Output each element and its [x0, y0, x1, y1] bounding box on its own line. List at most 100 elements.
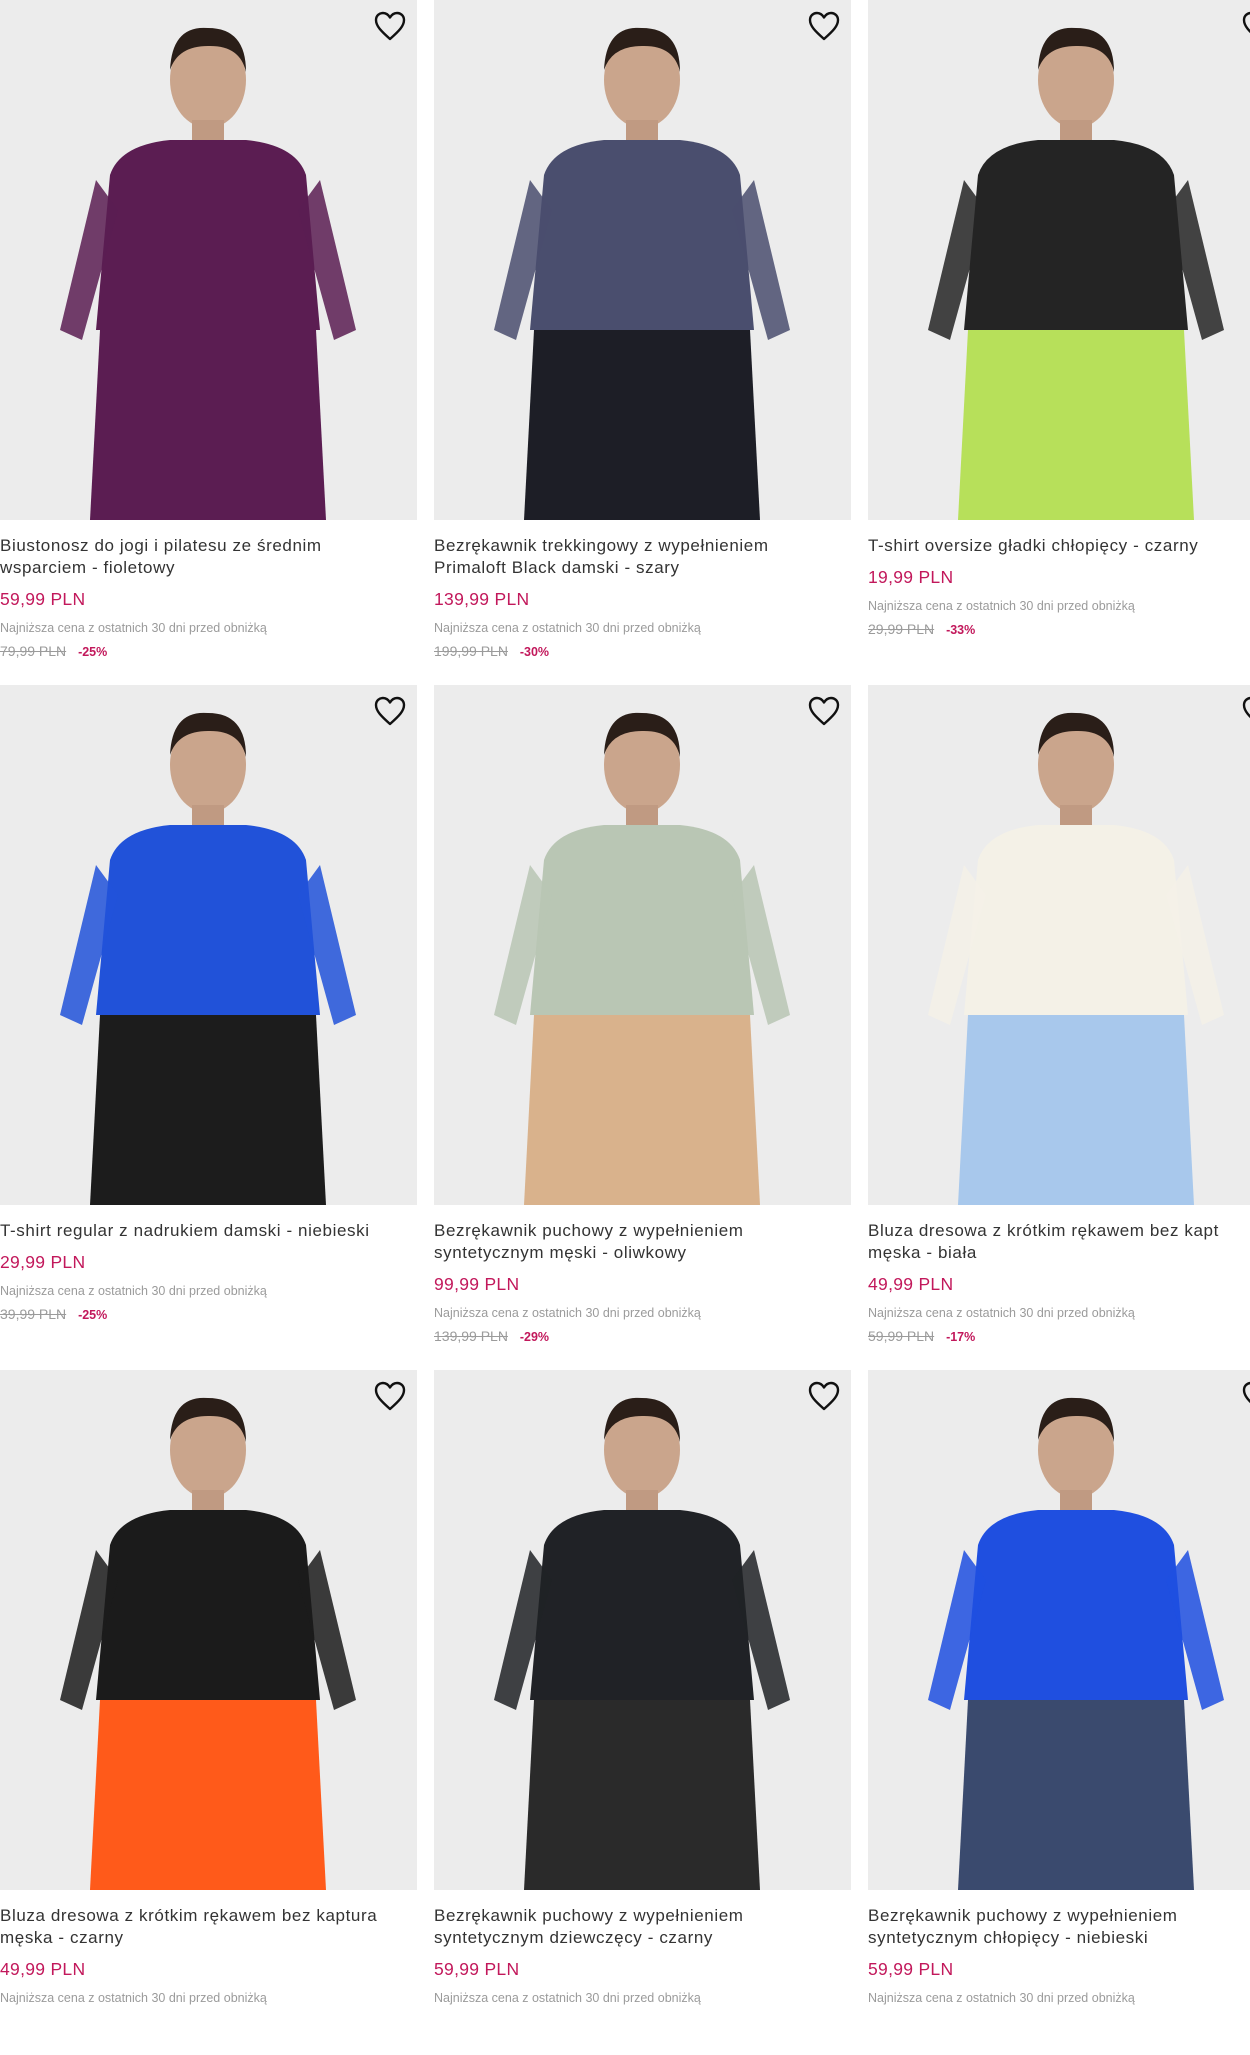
product-card[interactable]: Bezrękawnik puchowy z wypełnieniem synte… [434, 1370, 851, 2055]
discount-badge: -30% [519, 645, 550, 659]
product-name-line1: Bezrękawnik trekkingowy z wypełnieniem [434, 536, 769, 555]
wishlist-heart-icon[interactable] [1241, 1380, 1250, 1412]
model-photo [868, 1370, 1250, 1890]
product-image[interactable] [0, 0, 417, 520]
discount-badge: -33% [946, 623, 976, 637]
product-image[interactable] [868, 685, 1250, 1205]
product-name-line2: wsparciem - fioletowy [0, 558, 176, 577]
lowest-price-label: Najniższa cena z ostatnich 30 dni przed … [868, 599, 1135, 613]
product-name-line1: T-shirt regular z nadrukiem damski - nie… [0, 1221, 370, 1240]
product-info: Bezrękawnik puchowy z wypełnieniem synte… [868, 1890, 1250, 2031]
product-image[interactable] [434, 1370, 851, 1890]
wishlist-heart-icon[interactable] [1241, 695, 1250, 727]
model-photo [434, 0, 851, 520]
product-price: 59,99 PLN [0, 589, 86, 609]
product-price: 59,99 PLN [868, 1959, 954, 1979]
product-name[interactable]: T-shirt regular z nadrukiem damski - nie… [0, 1220, 417, 1242]
product-name[interactable]: Bezrękawnik puchowy z wypełnieniem synte… [868, 1905, 1250, 1949]
product-image[interactable] [0, 685, 417, 1205]
product-card[interactable]: Bluza dresowa z krótkim rękawem bez kapt… [868, 685, 1250, 1370]
wishlist-heart-icon[interactable] [373, 695, 407, 727]
lowest-price-label: Najniższa cena z ostatnich 30 dni przed … [0, 621, 267, 635]
wishlist-heart-icon[interactable] [807, 695, 841, 727]
product-name-line2: Primaloft Black damski - szary [434, 558, 680, 577]
lowest-price-label: Najniższa cena z ostatnich 30 dni przed … [434, 1306, 701, 1320]
product-name-line2: syntetycznym dziewczęcy - czarny [434, 1928, 713, 1947]
old-price: 29,99 PLN [868, 621, 935, 637]
old-price: 139,99 PLN [434, 1328, 508, 1344]
old-price-row [868, 2012, 1250, 2031]
product-name[interactable]: Bezrękawnik trekkingowy z wypełnieniem P… [434, 535, 851, 579]
product-card[interactable]: T-shirt oversize gładki chłopięcy - czar… [868, 0, 1250, 685]
product-name-line2: męska - czarny [0, 1928, 124, 1947]
model-photo [868, 685, 1250, 1205]
product-name-line1: Bluza dresowa z krótkim rękawem bez kapt… [0, 1906, 378, 1925]
old-price: 79,99 PLN [0, 643, 67, 659]
product-card[interactable]: Bezrękawnik puchowy z wypełnieniem synte… [868, 1370, 1250, 2055]
old-price-row: 199,99 PLN -30% [434, 642, 851, 661]
wishlist-heart-icon[interactable] [373, 1380, 407, 1412]
product-image[interactable] [868, 0, 1250, 520]
old-price-row: 139,99 PLN -29% [434, 1327, 851, 1346]
lowest-price-label: Najniższa cena z ostatnich 30 dni przed … [868, 1991, 1135, 2005]
model-photo [0, 0, 417, 520]
old-price-row [434, 2012, 851, 2031]
product-name-line1: T-shirt oversize gładki chłopięcy - czar… [868, 536, 1199, 555]
product-info: T-shirt oversize gładki chłopięcy - czar… [868, 520, 1250, 639]
product-image[interactable] [868, 1370, 1250, 1890]
product-price: 49,99 PLN [868, 1274, 954, 1294]
lowest-price-label: Najniższa cena z ostatnich 30 dni przed … [0, 1284, 267, 1298]
product-name-line1: Bluza dresowa z krótkim rękawem bez kapt [868, 1221, 1219, 1240]
lowest-price-label: Najniższa cena z ostatnich 30 dni przed … [868, 1306, 1135, 1320]
old-price-row: 29,99 PLN -33% [868, 620, 1250, 639]
product-name-line1: Biustonosz do jogi i pilatesu ze średnim [0, 536, 322, 555]
product-name[interactable]: Bezrękawnik puchowy z wypełnieniem synte… [434, 1220, 851, 1264]
wishlist-heart-icon[interactable] [807, 10, 841, 42]
product-name-line2: syntetycznym chłopięcy - niebieski [868, 1928, 1149, 1947]
product-name-line1: Bezrękawnik puchowy z wypełnieniem [434, 1906, 744, 1925]
product-name-line1: Bezrękawnik puchowy z wypełnieniem [434, 1221, 744, 1240]
product-name[interactable]: T-shirt oversize gładki chłopięcy - czar… [868, 535, 1250, 557]
discount-badge: -17% [946, 1330, 976, 1344]
product-card[interactable]: Biustonosz do jogi i pilatesu ze średnim… [0, 0, 417, 685]
product-card[interactable]: T-shirt regular z nadrukiem damski - nie… [0, 685, 417, 1370]
product-card[interactable]: Bezrękawnik puchowy z wypełnieniem synte… [434, 685, 851, 1370]
product-card[interactable]: Bluza dresowa z krótkim rękawem bez kapt… [0, 1370, 417, 2055]
wishlist-heart-icon[interactable] [1241, 10, 1250, 42]
wishlist-heart-icon[interactable] [373, 10, 407, 42]
product-card[interactable]: Bezrękawnik trekkingowy z wypełnieniem P… [434, 0, 851, 685]
product-name[interactable]: Bezrękawnik puchowy z wypełnieniem synte… [434, 1905, 851, 1949]
old-price-row: 79,99 PLN -25% [0, 642, 417, 661]
product-name[interactable]: Bluza dresowa z krótkim rękawem bez kapt… [0, 1905, 417, 1949]
product-image[interactable] [434, 685, 851, 1205]
product-image[interactable] [434, 0, 851, 520]
old-price: 39,99 PLN [0, 1306, 67, 1322]
lowest-price-label: Najniższa cena z ostatnich 30 dni przed … [0, 1991, 267, 2005]
product-name-line1: Bezrękawnik puchowy z wypełnieniem [868, 1906, 1178, 1925]
product-info: T-shirt regular z nadrukiem damski - nie… [0, 1205, 417, 1324]
discount-badge: -25% [78, 645, 108, 659]
old-price: 59,99 PLN [868, 1328, 935, 1344]
old-price-row: 39,99 PLN -25% [0, 1305, 417, 1324]
model-photo [434, 685, 851, 1205]
model-photo [0, 685, 417, 1205]
product-info: Bezrękawnik trekkingowy z wypełnieniem P… [434, 520, 851, 661]
product-info: Biustonosz do jogi i pilatesu ze średnim… [0, 520, 417, 661]
product-grid: Biustonosz do jogi i pilatesu ze średnim… [0, 0, 1250, 2014]
product-info: Bezrękawnik puchowy z wypełnieniem synte… [434, 1205, 851, 1346]
model-photo [868, 0, 1250, 520]
product-info: Bluza dresowa z krótkim rękawem bez kapt… [868, 1205, 1250, 1346]
product-image[interactable] [0, 1370, 417, 1890]
product-price: 19,99 PLN [868, 567, 954, 587]
discount-badge: -25% [78, 1308, 108, 1322]
discount-badge: -29% [519, 1330, 550, 1344]
product-price: 29,99 PLN [0, 1252, 86, 1272]
old-price: 199,99 PLN [434, 643, 508, 659]
product-price: 59,99 PLN [434, 1959, 520, 1979]
product-name[interactable]: Bluza dresowa z krótkim rękawem bez kapt… [868, 1220, 1250, 1264]
product-name-line2: męska - biała [868, 1243, 977, 1262]
product-price: 139,99 PLN [434, 589, 530, 609]
product-name[interactable]: Biustonosz do jogi i pilatesu ze średnim… [0, 535, 417, 579]
lowest-price-label: Najniższa cena z ostatnich 30 dni przed … [434, 621, 701, 635]
wishlist-heart-icon[interactable] [807, 1380, 841, 1412]
